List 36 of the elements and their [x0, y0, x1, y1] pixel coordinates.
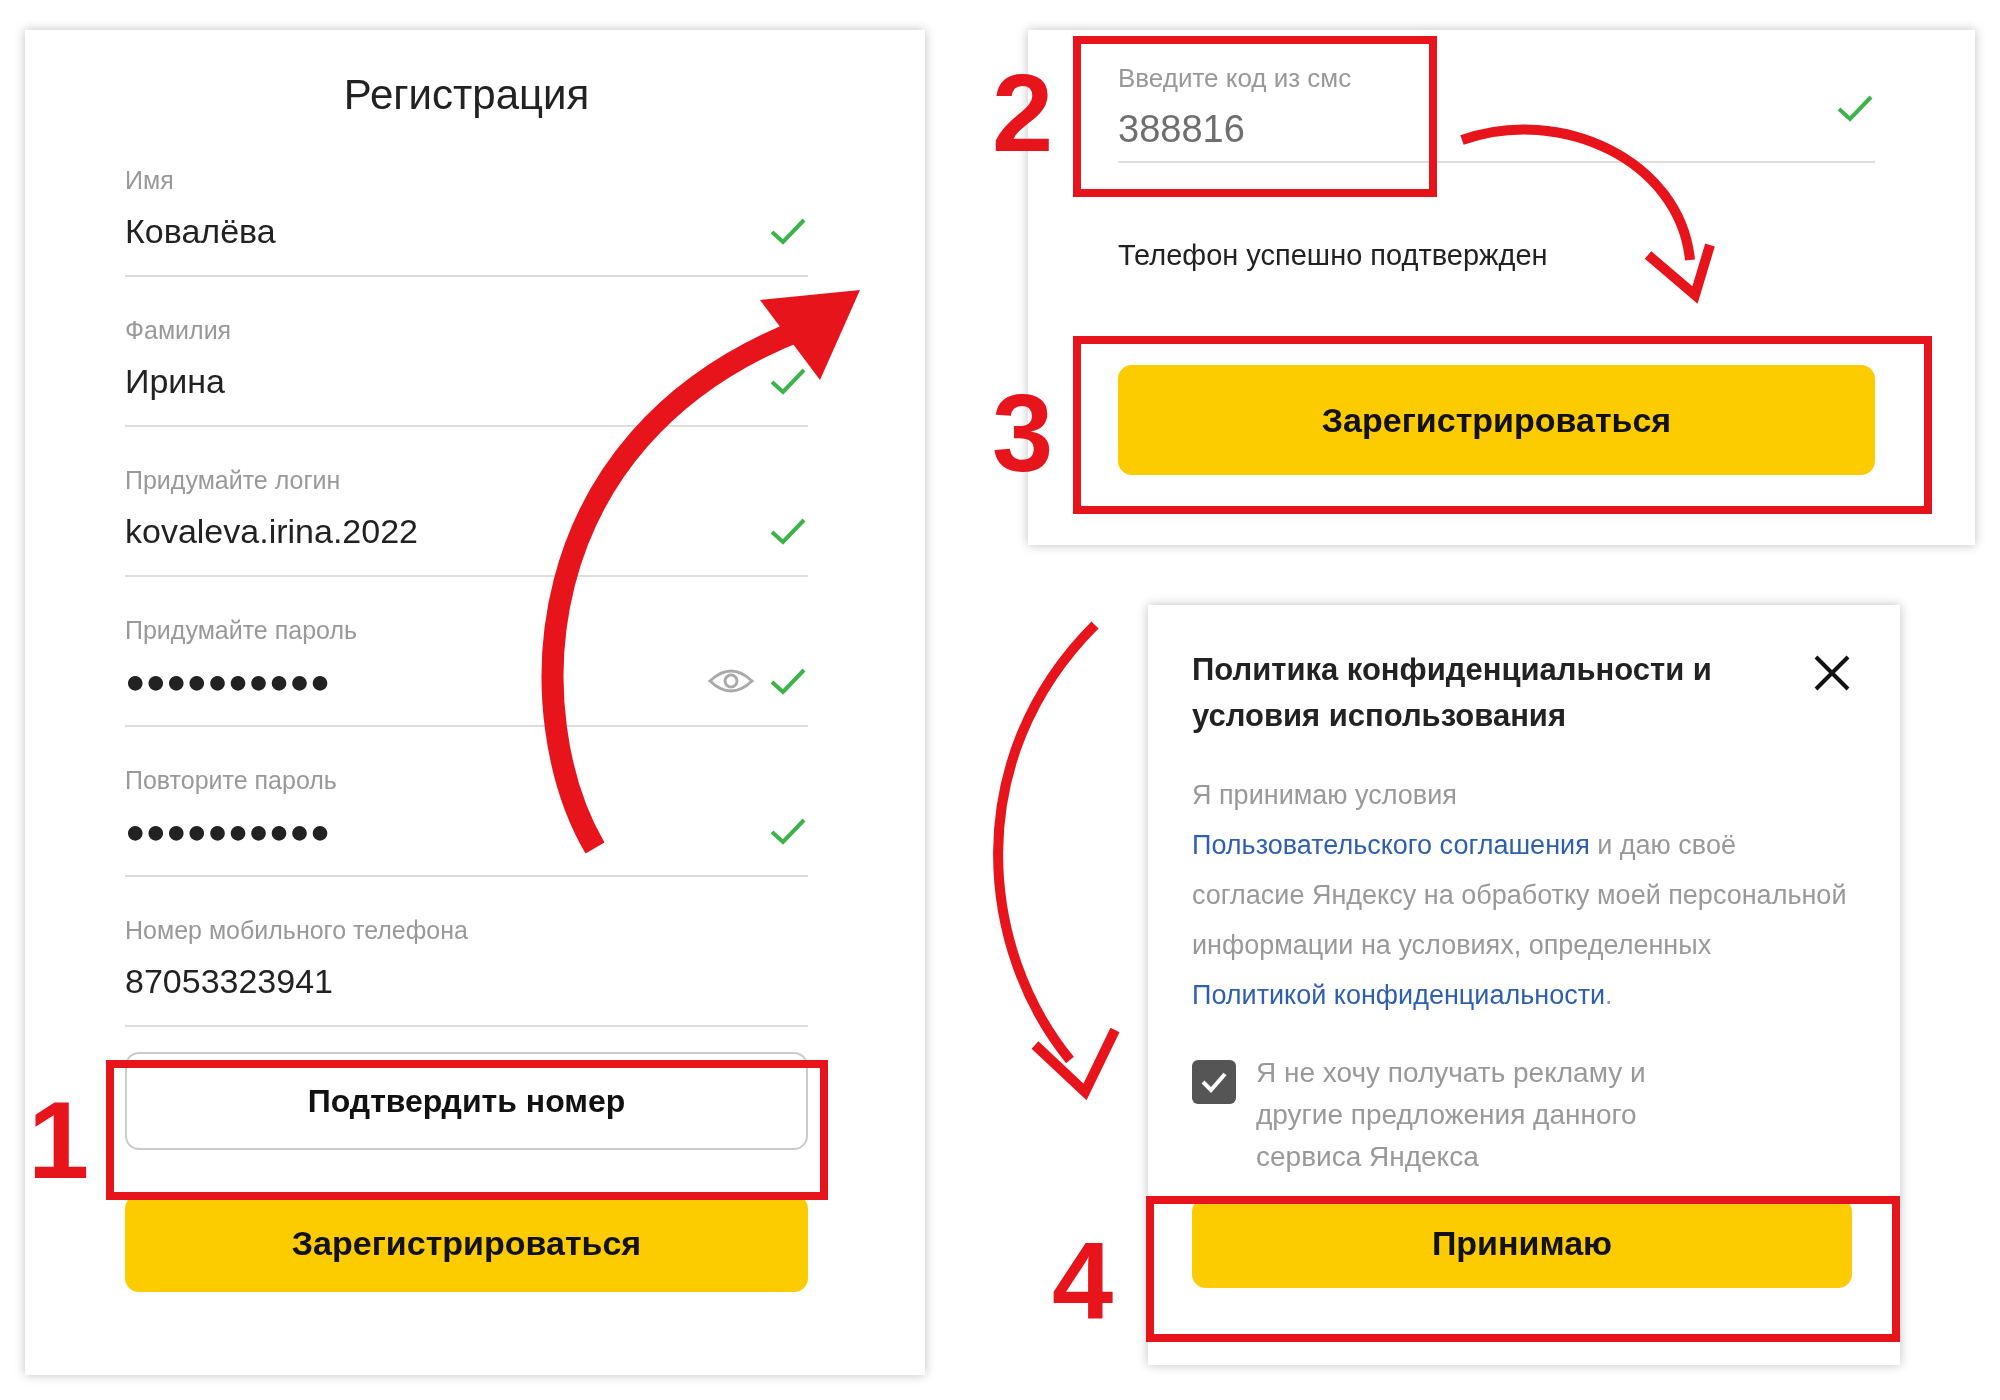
step-number: 3: [992, 378, 1054, 488]
register-button[interactable]: Зарегистрироваться: [1118, 365, 1875, 475]
dialog-title: Политика конфиденциальности и условия использования: [1192, 651, 1713, 735]
status-message: Телефон успешно подтвержден: [1118, 238, 1549, 273]
form-title: Регистрация: [342, 70, 591, 120]
input-field[interactable]: Придумайте логин kovaleva.irina.2022: [125, 427, 808, 577]
field-value: ●●●●●●●●●●: [125, 661, 332, 702]
input-field[interactable]: Повторите пароль ●●●●●●●●●●: [125, 727, 808, 877]
field-label: Придумайте пароль: [125, 615, 359, 645]
input-field[interactable]: Имя Ковалёва: [125, 127, 808, 277]
field-label: Повторите пароль: [125, 765, 338, 795]
field-value: ●●●●●●●●●●: [125, 811, 332, 852]
field-value: 388816: [1118, 107, 1246, 152]
checkbox-label: Я не хочу получать рекламу и другие предложения данного сервиса Яндекса: [1256, 1056, 1647, 1174]
field-value: Ирина: [125, 361, 227, 402]
field-label: Введите код из смс: [1118, 63, 1353, 93]
field-label: Имя: [125, 165, 175, 195]
confirm-number-button[interactable]: Подтвердить номер: [125, 1052, 808, 1150]
input-field[interactable]: Придумайте пароль ●●●●●●●●●●: [125, 577, 808, 727]
checkbox[interactable]: [1192, 1060, 1236, 1104]
close-icon[interactable]: [1812, 653, 1852, 693]
field-value: 87053323941: [125, 961, 334, 1002]
consent-text: Я принимаю условия Пользовательского соглашения и даю своё согласие Яндексу на обработку моей персональной информации на условиях, определенных Политикой конфиденциальности.: [1192, 779, 1848, 1012]
field-value: Ковалёва: [125, 211, 277, 252]
step-number: 4: [1052, 1225, 1114, 1335]
checkmark-icon: [1200, 1070, 1228, 1094]
input-field[interactable]: Номер мобильного телефона 87053323941: [125, 877, 808, 1027]
terms-link[interactable]: Политикой конфиденциальности: [1192, 980, 1606, 1010]
terms-link[interactable]: Пользовательского соглашения: [1192, 830, 1590, 860]
step-number: 2: [992, 58, 1054, 168]
sms-code-field[interactable]: Введите код из смс 388816: [1118, 63, 1875, 163]
field-label: Номер мобильного телефона: [125, 915, 469, 945]
field-label: Фамилия: [125, 315, 233, 345]
field-label: Придумайте логин: [125, 465, 342, 495]
field-value: kovaleva.irina.2022: [125, 511, 419, 552]
step-number: 1: [28, 1085, 90, 1195]
